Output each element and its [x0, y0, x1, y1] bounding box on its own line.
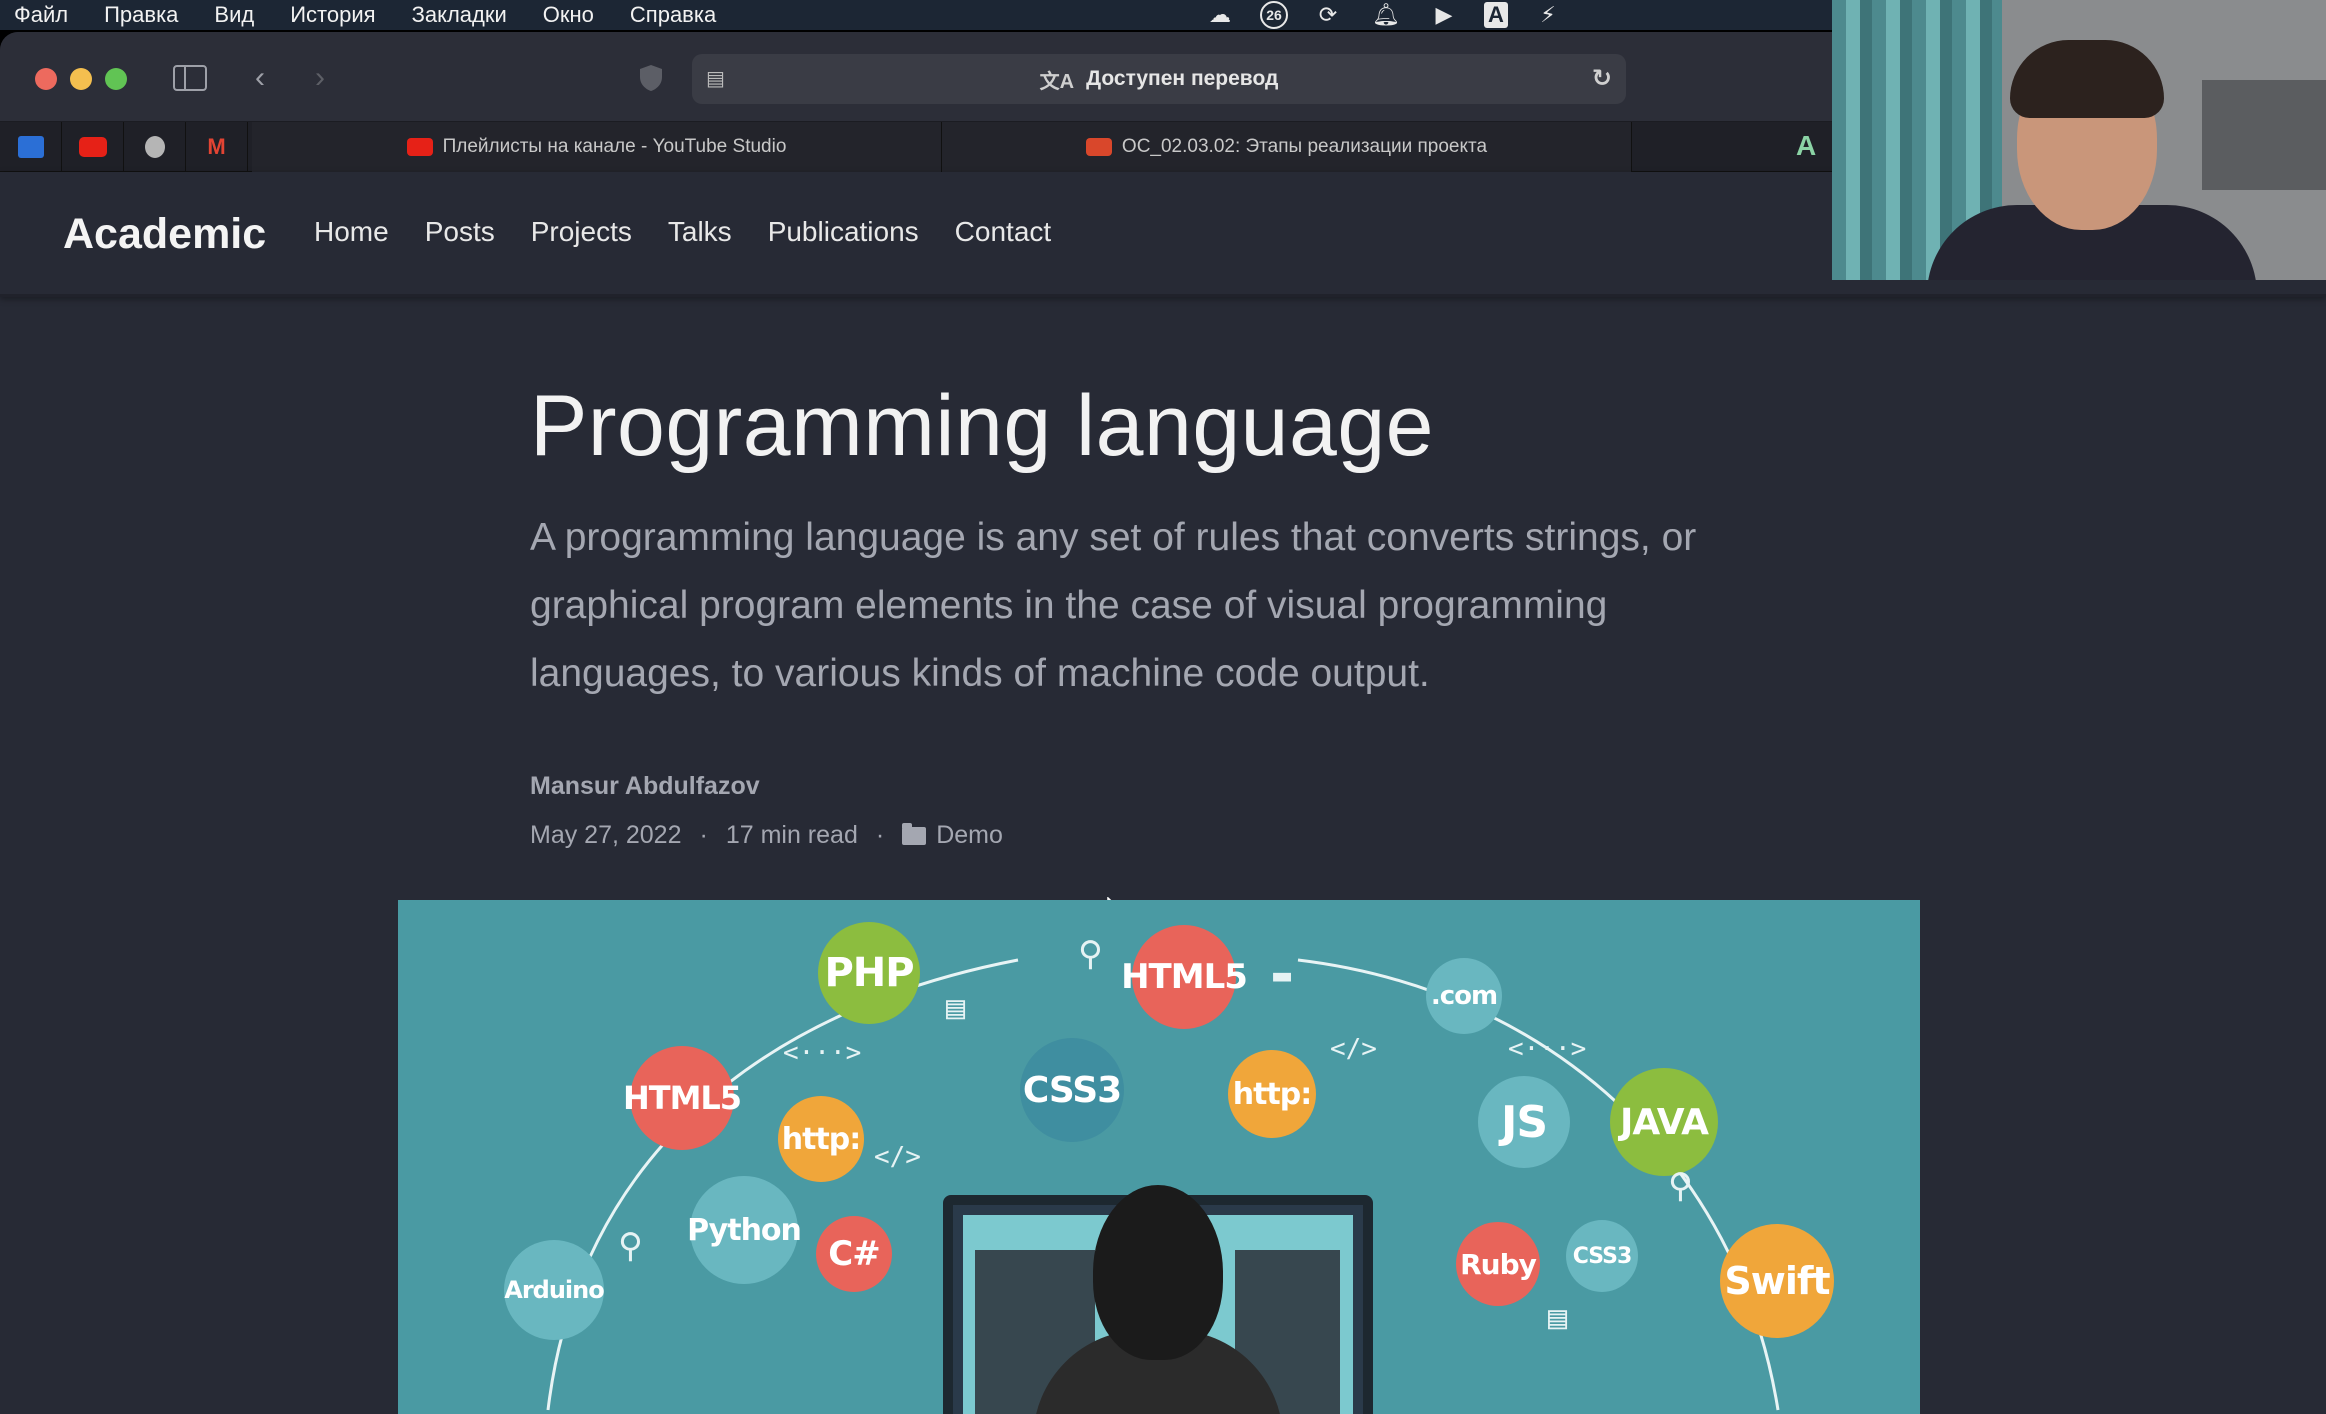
forward-icon[interactable]: ›	[308, 58, 332, 98]
article-meta: May 27, 2022 · 17 min read · Demo	[530, 821, 1790, 850]
menu-file[interactable]: Файл	[14, 0, 68, 30]
webcam-shelf	[2202, 80, 2326, 190]
battery-icon[interactable]: ⚡	[1530, 1, 1566, 29]
address-bar[interactable]: ▤ 文A Доступен перевод ↻	[692, 54, 1626, 104]
nav-publications[interactable]: Publications	[768, 216, 919, 248]
privacy-shield-icon[interactable]	[636, 58, 666, 98]
bubble-com: .com	[1426, 958, 1502, 1034]
menu-view[interactable]: Вид	[214, 0, 254, 30]
sync-icon[interactable]: ⟳	[1310, 1, 1346, 29]
creative-cloud-icon[interactable]: ☁	[1202, 1, 1238, 29]
pinned-tab-gmail[interactable]: M	[186, 122, 248, 172]
code-tag-deco: </>	[1330, 1034, 1377, 1064]
bubble-arduino: Arduino	[504, 1240, 605, 1340]
translate-icon[interactable]: 文A	[1040, 65, 1074, 94]
nav-posts[interactable]: Posts	[425, 216, 495, 248]
tab-youtube-studio[interactable]: Плейлисты на канале - YouTube Studio	[252, 122, 942, 172]
menu-help[interactable]: Справка	[630, 0, 716, 30]
bubble-http: http:	[778, 1096, 864, 1182]
bubble-java: JAVA	[1610, 1068, 1718, 1176]
fullscreen-window-button[interactable]	[105, 68, 127, 90]
article-summary: A programming language is any set of rul…	[530, 516, 1697, 695]
article-read-time: 17 min read	[725, 821, 858, 849]
pinned-tab-apple[interactable]	[124, 122, 186, 172]
meta-separator: ·	[699, 821, 708, 849]
code-tag-deco: <···>	[783, 1038, 862, 1068]
folder-icon: ▬	[1273, 958, 1292, 993]
sidebar-toggle-icon[interactable]	[170, 58, 210, 98]
bubble-php: PHP	[818, 922, 920, 1024]
menu-edit[interactable]: Правка	[104, 0, 178, 30]
bubble-swift: Swift	[1720, 1224, 1834, 1338]
bubble-html5: HTML5	[623, 1046, 742, 1150]
document-icon: ▤	[946, 988, 966, 1026]
calendar-icon[interactable]: 26	[1260, 1, 1288, 29]
nav-home[interactable]: Home	[314, 216, 389, 248]
reader-mode-icon[interactable]: ▤	[706, 66, 725, 91]
tab-project-stages[interactable]: OC_02.03.02: Этапы реализации проекта	[942, 122, 1632, 172]
reload-icon[interactable]: ↻	[1592, 64, 1612, 93]
webcam-overlay	[1832, 0, 2326, 280]
article-header: Programming language A programming langu…	[530, 377, 1790, 850]
tab-label: OC_02.03.02: Этапы реализации проекта	[1121, 136, 1488, 157]
web-page: Academic Home Posts Projects Talks Publi…	[0, 172, 2326, 1414]
status-icons: ☁ 26 ⟳ 🔔︎ ▶ A ⚡	[1202, 0, 1566, 30]
code-tag-deco: </>	[874, 1142, 921, 1172]
extension-icon[interactable]: A	[1796, 130, 1816, 162]
minimize-window-button[interactable]	[70, 68, 92, 90]
nav-projects[interactable]: Projects	[531, 216, 632, 248]
bubble-python: Python	[687, 1176, 802, 1284]
bubble-ruby: Ruby	[1456, 1222, 1540, 1306]
presentation-favicon-icon	[1085, 138, 1112, 156]
bubble-html5: HTML5	[1121, 925, 1248, 1029]
bubble-css3: CSS3	[1020, 1038, 1124, 1142]
bubble-csharp: C#	[816, 1216, 892, 1292]
menu-history[interactable]: История	[290, 0, 375, 30]
bubble-http: http:	[1228, 1050, 1316, 1138]
back-icon[interactable]: ‹	[248, 58, 272, 98]
bubble-js: JS	[1478, 1076, 1570, 1168]
mail-icon	[17, 136, 44, 158]
article-author[interactable]: Mansur Abdulfazov	[530, 772, 1790, 801]
play-icon[interactable]: ▶	[1426, 1, 1462, 29]
search-icon: ⚲	[1668, 1166, 1693, 1206]
code-tag-deco: <···>	[1508, 1034, 1587, 1064]
webcam-person-hair	[2010, 40, 2164, 118]
nav-talks[interactable]: Talks	[668, 216, 732, 248]
notification-icon[interactable]: 🔔︎	[1368, 1, 1404, 29]
person-head-illustration	[1093, 1185, 1223, 1360]
youtube-favicon-icon	[406, 138, 433, 156]
menu-window[interactable]: Окно	[543, 0, 594, 30]
close-window-button[interactable]	[35, 68, 57, 90]
site-nav-links: Home Posts Projects Talks Publications C…	[314, 216, 1051, 248]
gmail-icon: M	[207, 134, 226, 159]
search-icon: ⚲	[618, 1226, 643, 1266]
hero-image: PHP HTML5 .com HTML5 http: CSS3 http: JS…	[398, 900, 1920, 1414]
document-icon: ▤	[1548, 1298, 1568, 1336]
search-icon: ⚲	[1078, 934, 1103, 974]
article-title: Programming language	[530, 378, 1434, 474]
pinned-tab-mail[interactable]	[0, 122, 62, 172]
nav-contact[interactable]: Contact	[955, 216, 1052, 248]
pinned-tab-youtube[interactable]	[62, 122, 124, 172]
article-date: May 27, 2022	[530, 821, 682, 849]
youtube-icon	[78, 137, 107, 157]
input-source-icon[interactable]: A	[1484, 2, 1508, 28]
site-brand[interactable]: Academic	[63, 210, 266, 259]
apple-icon	[144, 136, 165, 158]
tab-label: Плейлисты на канале - YouTube Studio	[442, 136, 787, 157]
meta-separator: ·	[875, 821, 885, 849]
address-text: Доступен перевод	[1086, 67, 1279, 90]
article-category[interactable]: Demo	[936, 821, 1003, 850]
menu-bookmarks[interactable]: Закладки	[412, 0, 507, 30]
folder-icon	[902, 822, 927, 845]
bubble-css3: CSS3	[1566, 1220, 1638, 1292]
